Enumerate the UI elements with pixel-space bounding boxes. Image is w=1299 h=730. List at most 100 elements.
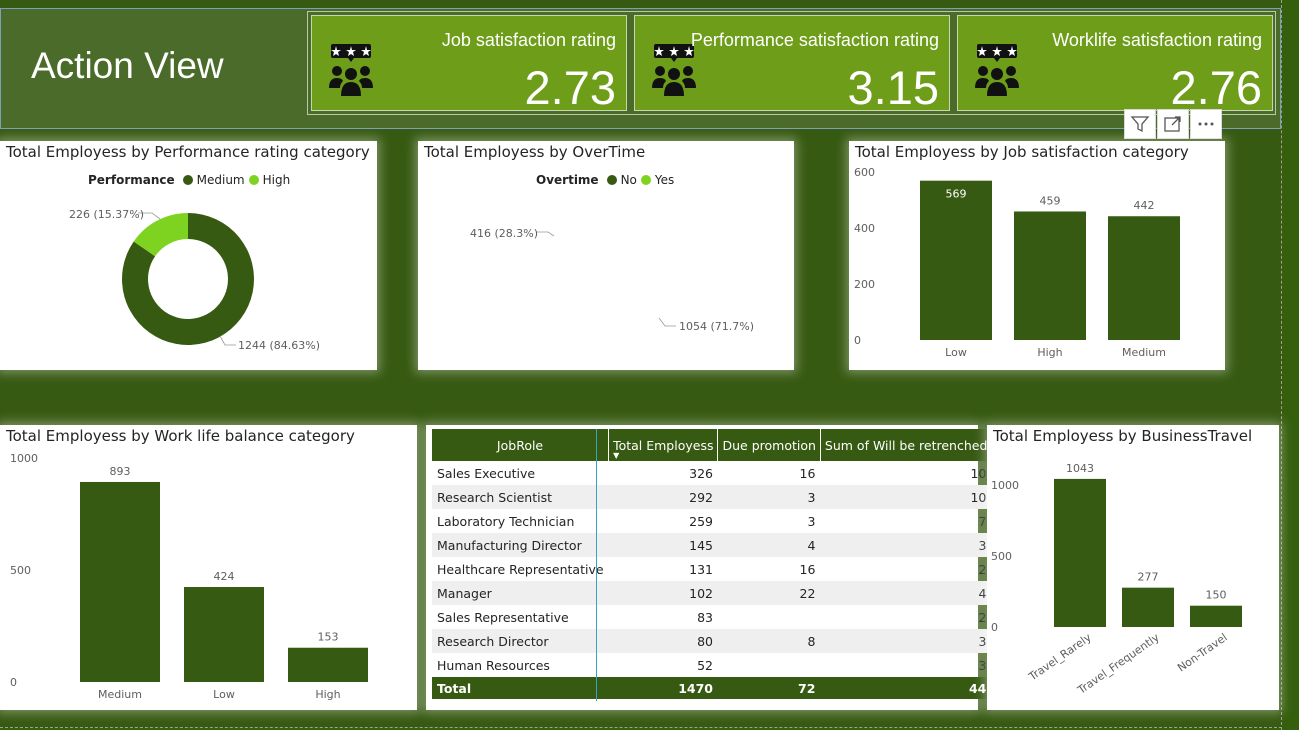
rating-people-icon bbox=[652, 44, 696, 96]
y-tick-label: 0 bbox=[854, 334, 861, 347]
business-travel-bar-chart[interactable]: 050010001043Travel_Rarely277Travel_Frequ… bbox=[987, 425, 1279, 710]
kpi-card-worklife-satisfaction[interactable]: Worklife satisfaction rating 2.76 bbox=[957, 15, 1273, 114]
cell-due-promotion: 8 bbox=[717, 629, 821, 653]
kpi-label: Worklife satisfaction rating bbox=[1052, 30, 1262, 50]
table-row[interactable]: Manufacturing Director 145 4 3 bbox=[432, 533, 992, 557]
cell-total-employees: 326 bbox=[689, 465, 713, 481]
y-tick-label: 1000 bbox=[991, 479, 1019, 492]
jobrole-table[interactable]: JobRole Total Employess ▼ Due promotion S… bbox=[432, 429, 992, 699]
column-header-jobrole[interactable]: JobRole bbox=[432, 429, 610, 461]
cell-jobrole: Sales Representative bbox=[437, 609, 569, 625]
data-label: 153 bbox=[318, 631, 339, 644]
bar-high[interactable] bbox=[288, 647, 368, 682]
column-header-label: Total Employess bbox=[613, 437, 714, 453]
cell-retrenched: 10 bbox=[970, 465, 987, 481]
x-tick-label: Medium bbox=[1122, 346, 1166, 359]
cell-due-promotion: 3 bbox=[717, 485, 821, 509]
cell-due-promotion: 3 bbox=[807, 513, 816, 529]
table-row[interactable]: Research Scientist 292 3 10 bbox=[432, 485, 992, 509]
data-label: 459 bbox=[1040, 194, 1061, 207]
table-row[interactable]: Manager 102 22 4 bbox=[432, 581, 992, 605]
data-label: 442 bbox=[1134, 199, 1155, 212]
column-resize-indicator[interactable] bbox=[596, 429, 597, 701]
y-tick-label: 200 bbox=[854, 278, 875, 291]
cell-due-promotion bbox=[718, 653, 820, 677]
donut-slices[interactable] bbox=[122, 213, 255, 346]
column-header-retrenched[interactable]: Sum of Will be retrenched bbox=[820, 429, 992, 461]
column-header-due-promotion[interactable]: Due promotion bbox=[717, 429, 821, 461]
data-label: 424 bbox=[214, 570, 235, 583]
table-row[interactable]: Sales Executive 326 16 10 bbox=[432, 461, 991, 485]
visual-header-toolbar bbox=[1124, 109, 1222, 139]
y-tick-label: 500 bbox=[10, 564, 31, 577]
data-label: 277 bbox=[1138, 571, 1159, 584]
job-satisfaction-bar-card[interactable]: Total Employess by Job satisfaction cate… bbox=[849, 141, 1225, 370]
x-tick-label: Travel_Rarely bbox=[1026, 631, 1094, 684]
cell-retrenched: 10 bbox=[820, 485, 992, 509]
y-tick-label: 0 bbox=[991, 621, 998, 634]
performance-donut[interactable]: 226 (15.37%) 1244 (84.63%) bbox=[0, 141, 377, 370]
bar-travel-frequently[interactable] bbox=[1122, 587, 1174, 627]
filter-icon[interactable] bbox=[1124, 109, 1156, 139]
job-satisfaction-bar-chart[interactable]: 0 200 400 600 569 Low 459 High 442 Medium bbox=[849, 141, 1225, 370]
cell-retrenched: 3 bbox=[820, 629, 992, 653]
table-row[interactable]: Sales Representative 83 2 bbox=[432, 605, 991, 629]
cell-due-promotion: 16 bbox=[799, 561, 816, 577]
jobrole-table-card[interactable]: JobRole Total Employess ▼ Due promotion S… bbox=[426, 425, 992, 710]
total-due-promotion: 72 bbox=[717, 677, 821, 699]
donut-label-high: 226 (15.37%) bbox=[69, 208, 144, 221]
business-travel-bar-card[interactable]: Total Employess by BusinessTravel 0 500 10… bbox=[987, 425, 1279, 710]
kpi-card-job-satisfaction[interactable]: Job satisfaction rating 2.73 bbox=[311, 15, 627, 114]
data-label: 150 bbox=[1206, 589, 1227, 602]
cell-retrenched: 4 bbox=[820, 581, 992, 605]
cell-retrenched: 7 bbox=[978, 513, 987, 529]
kpi-card-performance-satisfaction[interactable]: Performance satisfaction rating 3.15 bbox=[634, 15, 950, 114]
total-label: Total bbox=[432, 677, 609, 699]
table-row[interactable]: Human Resources 52 3 bbox=[432, 653, 991, 677]
x-tick-label: Low bbox=[945, 346, 967, 359]
bar-low[interactable] bbox=[920, 180, 992, 340]
cell-jobrole: Laboratory Technician bbox=[437, 513, 575, 529]
cell-due-promotion: 22 bbox=[717, 581, 821, 605]
overtime-donut[interactable]: 416 (28.3%) 1054 (71.7%) bbox=[418, 141, 794, 370]
cell-jobrole: Research Director bbox=[432, 629, 609, 653]
cell-retrenched: 2 bbox=[978, 561, 987, 577]
rating-people-icon bbox=[329, 44, 373, 96]
cell-total-employees: 52 bbox=[697, 657, 713, 673]
focus-mode-icon[interactable] bbox=[1157, 109, 1189, 139]
bar-medium[interactable] bbox=[1108, 216, 1180, 340]
table-row[interactable]: Research Director 80 8 3 bbox=[432, 629, 992, 653]
cell-total-employees: 83 bbox=[697, 609, 713, 625]
bar-medium[interactable] bbox=[80, 481, 160, 682]
cell-total-employees: 80 bbox=[608, 629, 718, 653]
x-tick-label: High bbox=[1037, 346, 1062, 359]
donut-label-no: 1054 (71.7%) bbox=[679, 320, 754, 333]
y-tick-label: 0 bbox=[10, 676, 17, 689]
table-row[interactable]: Laboratory Technician 259 3 7 bbox=[432, 509, 991, 533]
bar-travel-rarely[interactable] bbox=[1054, 478, 1106, 627]
x-tick-label: Low bbox=[213, 688, 235, 701]
column-header-total-employees[interactable]: Total Employess ▼ bbox=[608, 429, 719, 461]
more-options-icon[interactable] bbox=[1190, 109, 1222, 139]
cell-due-promotion: 16 bbox=[799, 465, 816, 481]
cell-jobrole: Healthcare Representative bbox=[437, 561, 604, 577]
overtime-donut-card[interactable]: Total Employess by OverTime Overtime No … bbox=[418, 141, 794, 370]
bar-high[interactable] bbox=[1014, 211, 1086, 340]
sort-descending-icon[interactable]: ▼ bbox=[613, 451, 619, 460]
cell-retrenched: 3 bbox=[978, 657, 987, 673]
cell-due-promotion: 4 bbox=[717, 533, 821, 557]
performance-donut-card[interactable]: Total Employess by Performance rating ca… bbox=[0, 141, 377, 370]
cell-total-employees: 259 bbox=[689, 513, 713, 529]
table-row[interactable]: Healthcare Representative 131 16 2 bbox=[432, 557, 991, 581]
y-tick-label: 1000 bbox=[10, 452, 38, 465]
cell-due-promotion bbox=[718, 605, 820, 629]
page-boundary-bottom bbox=[0, 727, 1282, 728]
y-tick-label: 400 bbox=[854, 222, 875, 235]
cell-total-employees: 292 bbox=[608, 485, 718, 509]
kpi-value: 2.73 bbox=[524, 61, 616, 114]
worklife-bar-card[interactable]: Total Employess by Work life balance cat… bbox=[0, 425, 417, 710]
bar-low[interactable] bbox=[184, 587, 264, 682]
page-boundary-right bbox=[1281, 0, 1282, 730]
bar-non-travel[interactable] bbox=[1190, 605, 1242, 627]
worklife-bar-chart[interactable]: 0 500 1000 893 Medium 424 Low 153 High bbox=[0, 425, 417, 710]
